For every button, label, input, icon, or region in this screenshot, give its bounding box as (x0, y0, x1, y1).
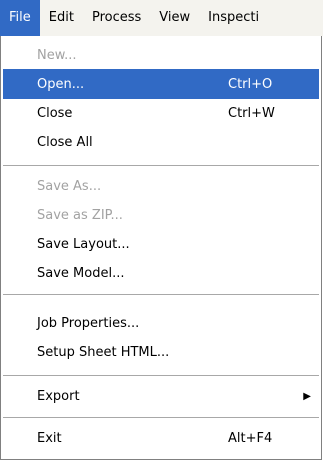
menu-item-shortcut: Ctrl+W (228, 105, 275, 121)
file-menu-dropdown: New... Open... Ctrl+O Close Ctrl+W Close… (0, 36, 322, 460)
menu-item-label: New... (37, 47, 77, 63)
menubar-view[interactable]: View (150, 0, 199, 36)
menu-separator (3, 294, 319, 295)
menu-item-save-layout[interactable]: Save Layout... (3, 229, 319, 259)
menu-item-shortcut: Ctrl+O (228, 76, 273, 92)
menu-item-setup-sheet-html[interactable]: Setup Sheet HTML... (3, 337, 319, 367)
menubar-process[interactable]: Process (83, 0, 150, 36)
menu-item-exit[interactable]: Exit Alt+F4 (3, 423, 319, 453)
menu-item-open[interactable]: Open... Ctrl+O (3, 69, 319, 99)
menu-item-job-properties[interactable]: Job Properties... (3, 308, 319, 338)
submenu-arrow-icon: ▶ (303, 390, 311, 402)
menu-item-label: Save As... (37, 178, 102, 194)
menu-separator (3, 165, 319, 166)
menu-item-save-as-zip[interactable]: Save as ZIP... (3, 200, 319, 230)
menu-separator (3, 375, 319, 376)
menu-item-export[interactable]: Export ▶ (3, 381, 319, 411)
menu-bar: File Edit Process View Inspecti (0, 0, 323, 36)
menubar-edit[interactable]: Edit (40, 0, 83, 36)
menu-item-label: Close All (37, 134, 93, 150)
menu-item-save-model[interactable]: Save Model... (3, 258, 319, 288)
menu-item-label: Setup Sheet HTML... (37, 344, 170, 360)
menu-item-label: Save Model... (37, 265, 125, 281)
menu-item-shortcut: Alt+F4 (228, 430, 273, 446)
menu-item-new[interactable]: New... (3, 40, 319, 70)
menu-item-close-all[interactable]: Close All (3, 127, 319, 157)
menu-item-label: Close (37, 105, 73, 121)
menu-item-label: Save Layout... (37, 236, 130, 252)
menu-item-save-as[interactable]: Save As... (3, 171, 319, 201)
menu-item-label: Exit (37, 430, 62, 446)
menu-item-close[interactable]: Close Ctrl+W (3, 98, 319, 128)
menubar-inspection[interactable]: Inspecti (199, 0, 268, 36)
menu-item-label: Save as ZIP... (37, 207, 123, 223)
menubar-file[interactable]: File (0, 0, 40, 36)
menu-item-label: Open... (37, 76, 85, 92)
menu-item-label: Export (37, 388, 80, 404)
menu-item-label: Job Properties... (37, 315, 140, 331)
menu-separator (3, 417, 319, 418)
